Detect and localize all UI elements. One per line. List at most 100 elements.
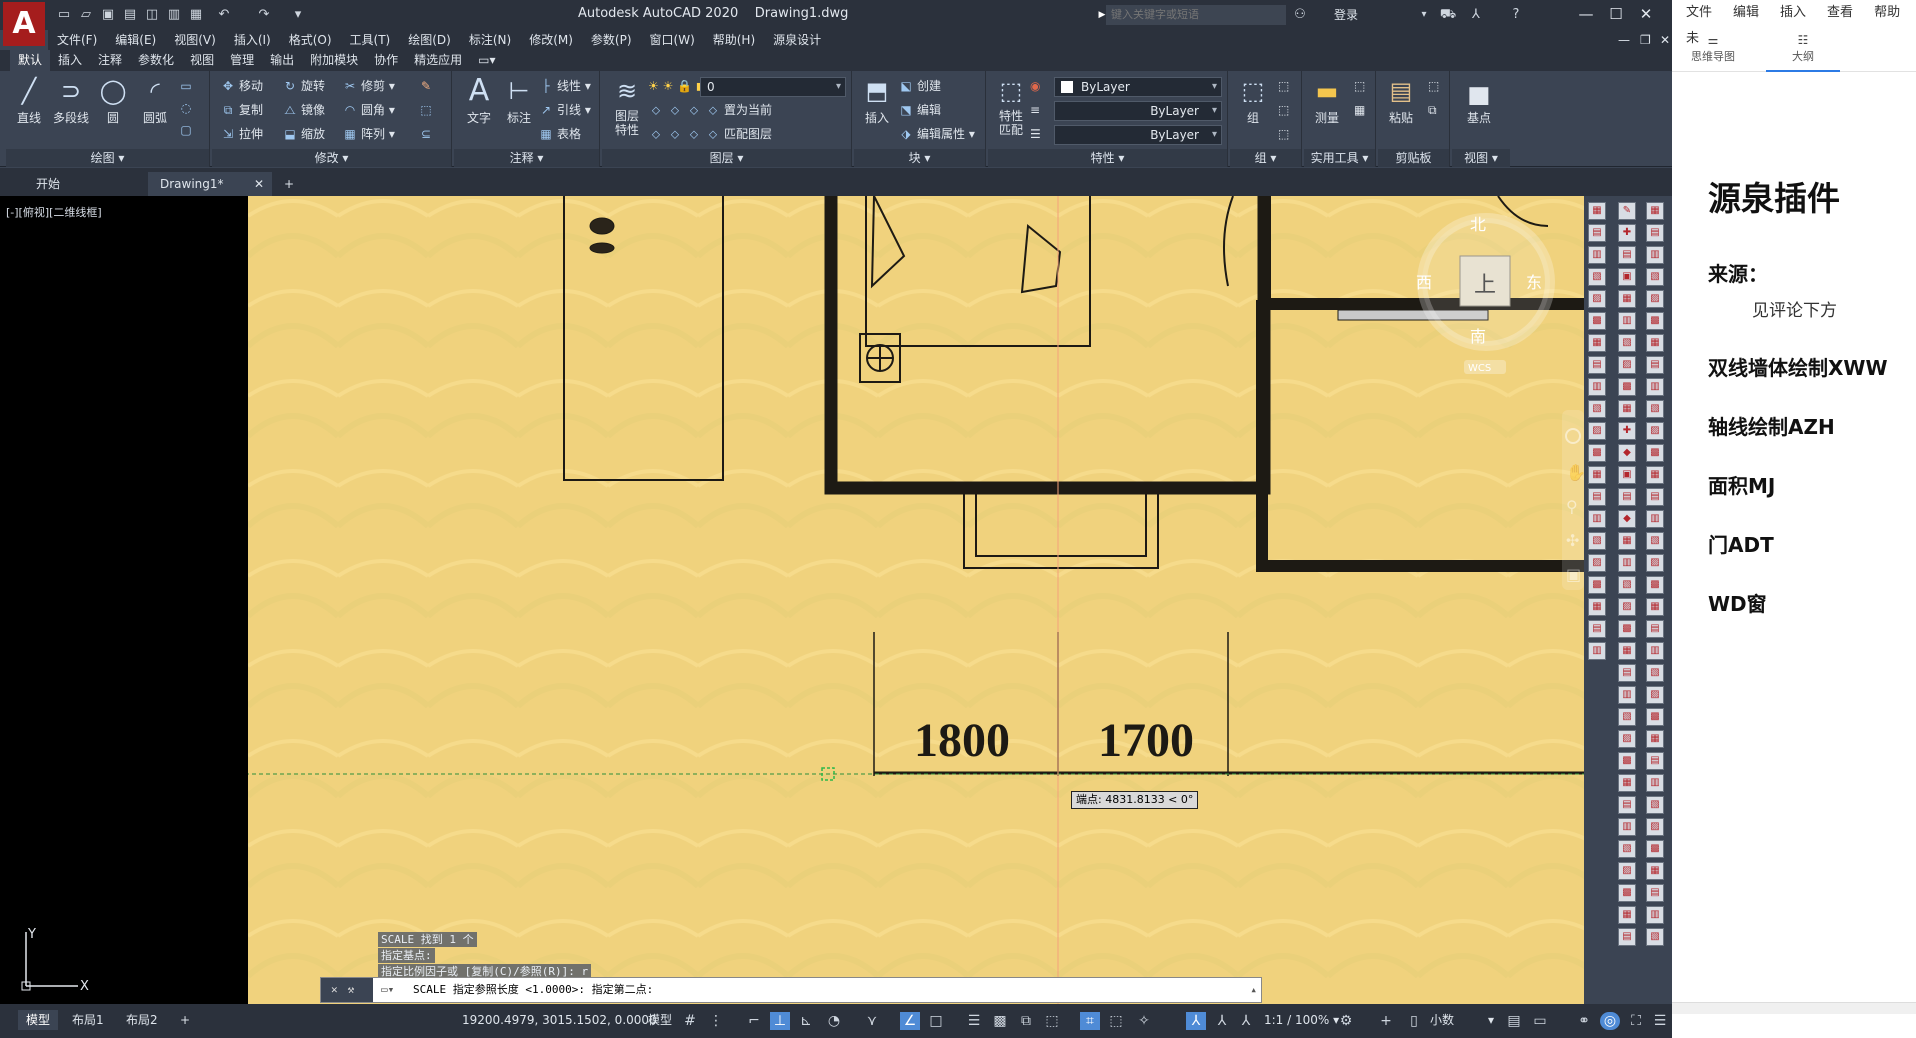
- tool-icon[interactable]: ✚: [1618, 224, 1636, 242]
- panel-groups-title[interactable]: 组 ▾: [1230, 149, 1301, 167]
- tool-icon[interactable]: ▥: [1646, 774, 1664, 792]
- tool-icon[interactable]: ▣: [1618, 268, 1636, 286]
- tab-parametric[interactable]: 参数化: [130, 50, 182, 71]
- tool-icon[interactable]: ▤: [1646, 356, 1664, 374]
- match-properties-button[interactable]: ⬚ 特性匹配: [988, 75, 1034, 137]
- customize-icon[interactable]: ▾: [288, 5, 308, 25]
- navigation-bar[interactable]: ✋ ⚲ ✣ ▣: [1562, 410, 1584, 590]
- tool-icon[interactable]: ▨: [1618, 730, 1636, 748]
- mirror-button[interactable]: ⧍ 镜像: [282, 99, 325, 121]
- showmotion-icon[interactable]: ▣: [1566, 565, 1581, 584]
- tool-icon[interactable]: ▤: [1618, 246, 1636, 264]
- measure-button[interactable]: ▬ 测量: [1304, 75, 1350, 126]
- tool-icon[interactable]: ▦: [1646, 466, 1664, 484]
- login-button[interactable]: 登录: [1334, 6, 1358, 23]
- tab-view[interactable]: 视图: [182, 50, 222, 71]
- tool-icon[interactable]: ▦: [1618, 642, 1636, 660]
- mindmap-menu-file[interactable]: 文件: [1672, 0, 1719, 26]
- layer-dropdown[interactable]: 0: [700, 77, 846, 97]
- tool-icon[interactable]: ▤: [1618, 928, 1636, 946]
- tool-icon[interactable]: ▧: [1588, 268, 1606, 286]
- tool-icon[interactable]: ▦: [1588, 466, 1606, 484]
- ungroup-icon[interactable]: ⬚: [1278, 75, 1289, 97]
- scale-button[interactable]: ⬓ 缩放: [282, 123, 325, 145]
- tool-icon[interactable]: ▨: [1618, 356, 1636, 374]
- panel-block-title[interactable]: 块 ▾: [854, 149, 985, 167]
- model-space-button[interactable]: 模型: [640, 1010, 680, 1030]
- tool-icon[interactable]: ▩: [1646, 312, 1664, 330]
- line-button[interactable]: ╱ 直线: [6, 75, 52, 126]
- tool-icon[interactable]: ▥: [1618, 686, 1636, 704]
- tool-icon[interactable]: ▤: [1588, 356, 1606, 374]
- panel-draw-title[interactable]: 绘图 ▾: [6, 149, 209, 167]
- layer-tools-row1[interactable]: ⬦ ⬦ ⬦ ⬦ 置为当前: [648, 99, 772, 121]
- trim-button[interactable]: ✂ 修剪 ▾: [342, 75, 395, 97]
- dynamic-ucs-icon[interactable]: ⌗: [1080, 1012, 1100, 1030]
- tool-icon[interactable]: ▧: [1618, 840, 1636, 858]
- tool-icon[interactable]: ▧: [1618, 708, 1636, 726]
- tool-icon[interactable]: ▩: [1646, 576, 1664, 594]
- menu-yuanquan[interactable]: 源泉设计: [764, 30, 830, 50]
- tool-icon[interactable]: ▤: [1618, 664, 1636, 682]
- tab-addins[interactable]: 附加模块: [302, 50, 366, 71]
- polar-tracking-icon[interactable]: ◔: [824, 1012, 844, 1030]
- tool-icon[interactable]: ▩: [1646, 444, 1664, 462]
- annotation-visibility-icon[interactable]: ⅄: [1186, 1012, 1206, 1030]
- tab-featured-apps[interactable]: 精选应用: [406, 50, 470, 71]
- pan-icon[interactable]: ✋: [1566, 463, 1584, 482]
- panel-annotate-title[interactable]: 注释 ▾: [454, 149, 599, 167]
- tool-icon[interactable]: ▥: [1646, 246, 1664, 264]
- tool-icon[interactable]: ▤: [1618, 796, 1636, 814]
- annotation-scale-icon[interactable]: ⅄: [1236, 1012, 1256, 1030]
- tool-icon[interactable]: ▦: [1618, 400, 1636, 418]
- insert-block-button[interactable]: ⬒ 插入: [854, 75, 900, 126]
- group-edit-icon[interactable]: ⬚: [1278, 99, 1289, 121]
- menu-dimension[interactable]: 标注(N): [460, 30, 520, 50]
- panel-view-title[interactable]: 视图 ▾: [1452, 149, 1510, 167]
- tab-collaborate[interactable]: 协作: [366, 50, 406, 71]
- grid-icon[interactable]: #: [680, 1012, 700, 1030]
- tool-icon[interactable]: ▦: [1646, 598, 1664, 616]
- command-expand-icon[interactable]: ▴: [1250, 978, 1257, 1002]
- infer-constraints-icon[interactable]: ⌐: [744, 1012, 764, 1030]
- open-icon[interactable]: ▱: [76, 5, 96, 25]
- tool-icon[interactable]: ▦: [1618, 906, 1636, 924]
- tool-icon[interactable]: ▨: [1646, 422, 1664, 440]
- menu-window[interactable]: 窗口(W): [641, 30, 704, 50]
- palette-column-3[interactable]: ▦ ▤ ▥ ▧ ▨ ▩ ▦ ▤ ▥ ▧ ▨ ▩ ▦ ▤ ▥ ▧ ▨ ▩ ▦ ▤ ▥ ▧ ▨ ▩ ▦ ▤ ▥ ▧ ▨ ▩ ▦ ▤ ▥ ▧: [1646, 202, 1666, 950]
- tool-icon[interactable]: ▤: [1646, 488, 1664, 506]
- tool-icon[interactable]: ▥: [1588, 246, 1606, 264]
- tab-default[interactable]: 默认: [10, 50, 51, 71]
- search-input[interactable]: [1106, 5, 1286, 25]
- group-select-icon[interactable]: ⬚: [1278, 123, 1289, 145]
- tab-insert[interactable]: 插入: [50, 50, 90, 71]
- outline-source[interactable]: 来源：: [1708, 258, 1768, 287]
- annotation-scale-dropdown[interactable]: 1:1 / 100% ▾: [1256, 1010, 1347, 1030]
- lineweight-dropdown[interactable]: ByLayer: [1054, 125, 1222, 145]
- tool-icon[interactable]: ▧: [1646, 928, 1664, 946]
- color-wheel-icon[interactable]: ◉: [1030, 75, 1040, 97]
- clean-screen-icon[interactable]: ⛶: [1626, 1012, 1646, 1030]
- tool-icon[interactable]: ▨: [1646, 290, 1664, 308]
- tool-icon[interactable]: ▦: [1588, 202, 1606, 220]
- annotation-autoscale-icon[interactable]: ⅄: [1212, 1012, 1232, 1030]
- tab-manage[interactable]: 管理: [222, 50, 262, 71]
- offset-button[interactable]: ⊆: [418, 123, 437, 145]
- minimize-button[interactable]: —: [1572, 3, 1600, 25]
- linetype-dropdown[interactable]: ByLayer: [1054, 101, 1222, 121]
- new-icon[interactable]: ▭: [54, 5, 74, 25]
- snap-icon[interactable]: ⋮: [706, 1012, 726, 1030]
- fillet-button[interactable]: ◠ 圆角 ▾: [342, 99, 395, 121]
- outline-item[interactable]: 面积MJ: [1708, 470, 1775, 499]
- tool-icon[interactable]: ▦: [1588, 334, 1606, 352]
- quick-properties-icon[interactable]: ▯: [1404, 1012, 1424, 1030]
- close-tab-icon[interactable]: ✕: [254, 172, 264, 196]
- tab-annotate[interactable]: 注释: [90, 50, 130, 71]
- rotate-button[interactable]: ↻ 旋转: [282, 75, 325, 97]
- tool-icon[interactable]: ▩: [1646, 708, 1664, 726]
- tool-icon[interactable]: ▧: [1646, 400, 1664, 418]
- tool-icon[interactable]: ▦: [1646, 334, 1664, 352]
- layer-tools-row2[interactable]: ⬦ ⬦ ⬦ ⬦ 匹配图层: [648, 123, 772, 145]
- tool-icon[interactable]: ▥: [1618, 554, 1636, 572]
- color-dropdown[interactable]: ByLayer: [1054, 77, 1222, 97]
